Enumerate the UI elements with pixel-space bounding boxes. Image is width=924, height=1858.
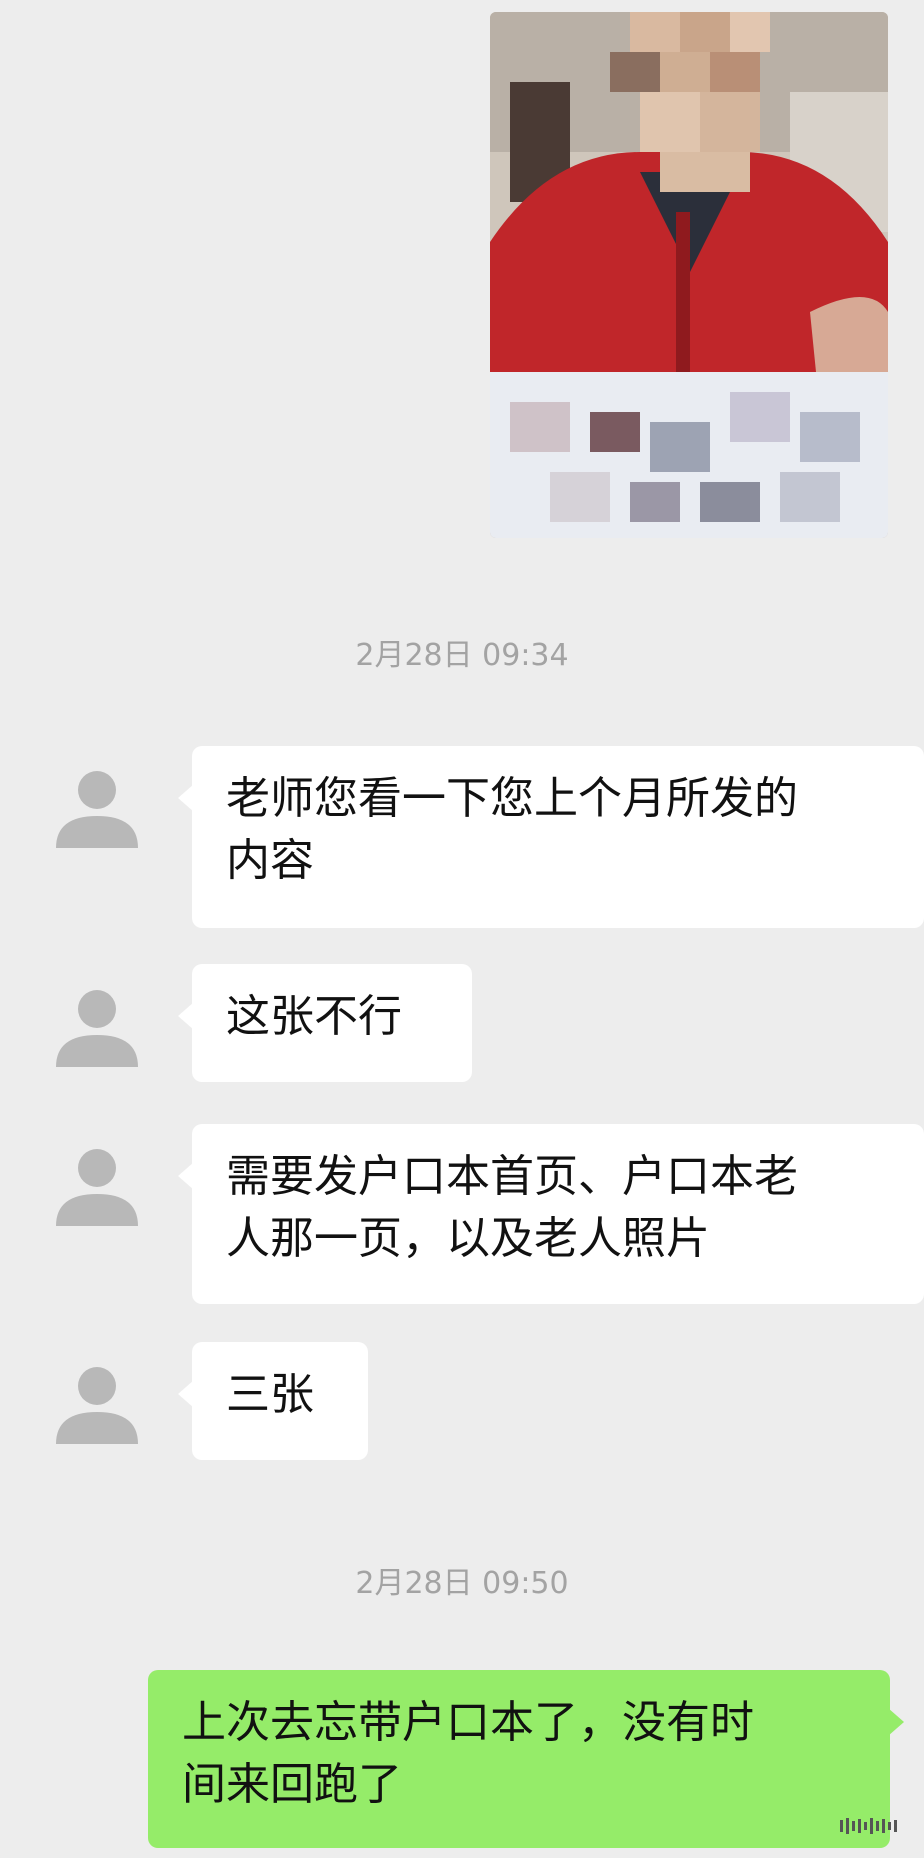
- message-bubble-outgoing[interactable]: 上次去忘带户口本了，没有时 间来回跑了: [148, 1670, 904, 1848]
- watermark-icon: [840, 1818, 897, 1834]
- message-bubble[interactable]: 需要发户口本首页、户口本老 人那一页，以及老人照片: [178, 1124, 924, 1304]
- message-text-line: 人那一页，以及老人照片: [226, 1213, 710, 1264]
- message-text-line: 需要发户口本首页、户口本老: [226, 1151, 798, 1202]
- message-bubble[interactable]: 三张: [178, 1342, 368, 1460]
- message-text: 这张不行: [226, 991, 402, 1042]
- message-text-line: 内容: [226, 835, 314, 886]
- blurred-photo-icon: [490, 12, 888, 538]
- message-text-line: 间来回跑了: [182, 1759, 402, 1810]
- default-user-avatar-icon[interactable]: [56, 1146, 138, 1228]
- timestamp: 2月28日 09:34: [355, 638, 569, 673]
- message-text-line: 老师您看一下您上个月所发的: [226, 773, 798, 824]
- message-text-line: 上次去忘带户口本了，没有时: [182, 1697, 754, 1748]
- default-user-avatar-icon[interactable]: [56, 987, 138, 1069]
- message-text: 三张: [226, 1369, 314, 1420]
- timestamp: 2月28日 09:50: [355, 1566, 569, 1601]
- photo-message[interactable]: [490, 12, 888, 538]
- default-user-avatar-icon[interactable]: [56, 1364, 138, 1446]
- message-bubble[interactable]: 这张不行: [178, 964, 472, 1082]
- message-bubble[interactable]: 老师您看一下您上个月所发的 内容: [178, 746, 924, 928]
- default-user-avatar-icon[interactable]: [56, 768, 138, 850]
